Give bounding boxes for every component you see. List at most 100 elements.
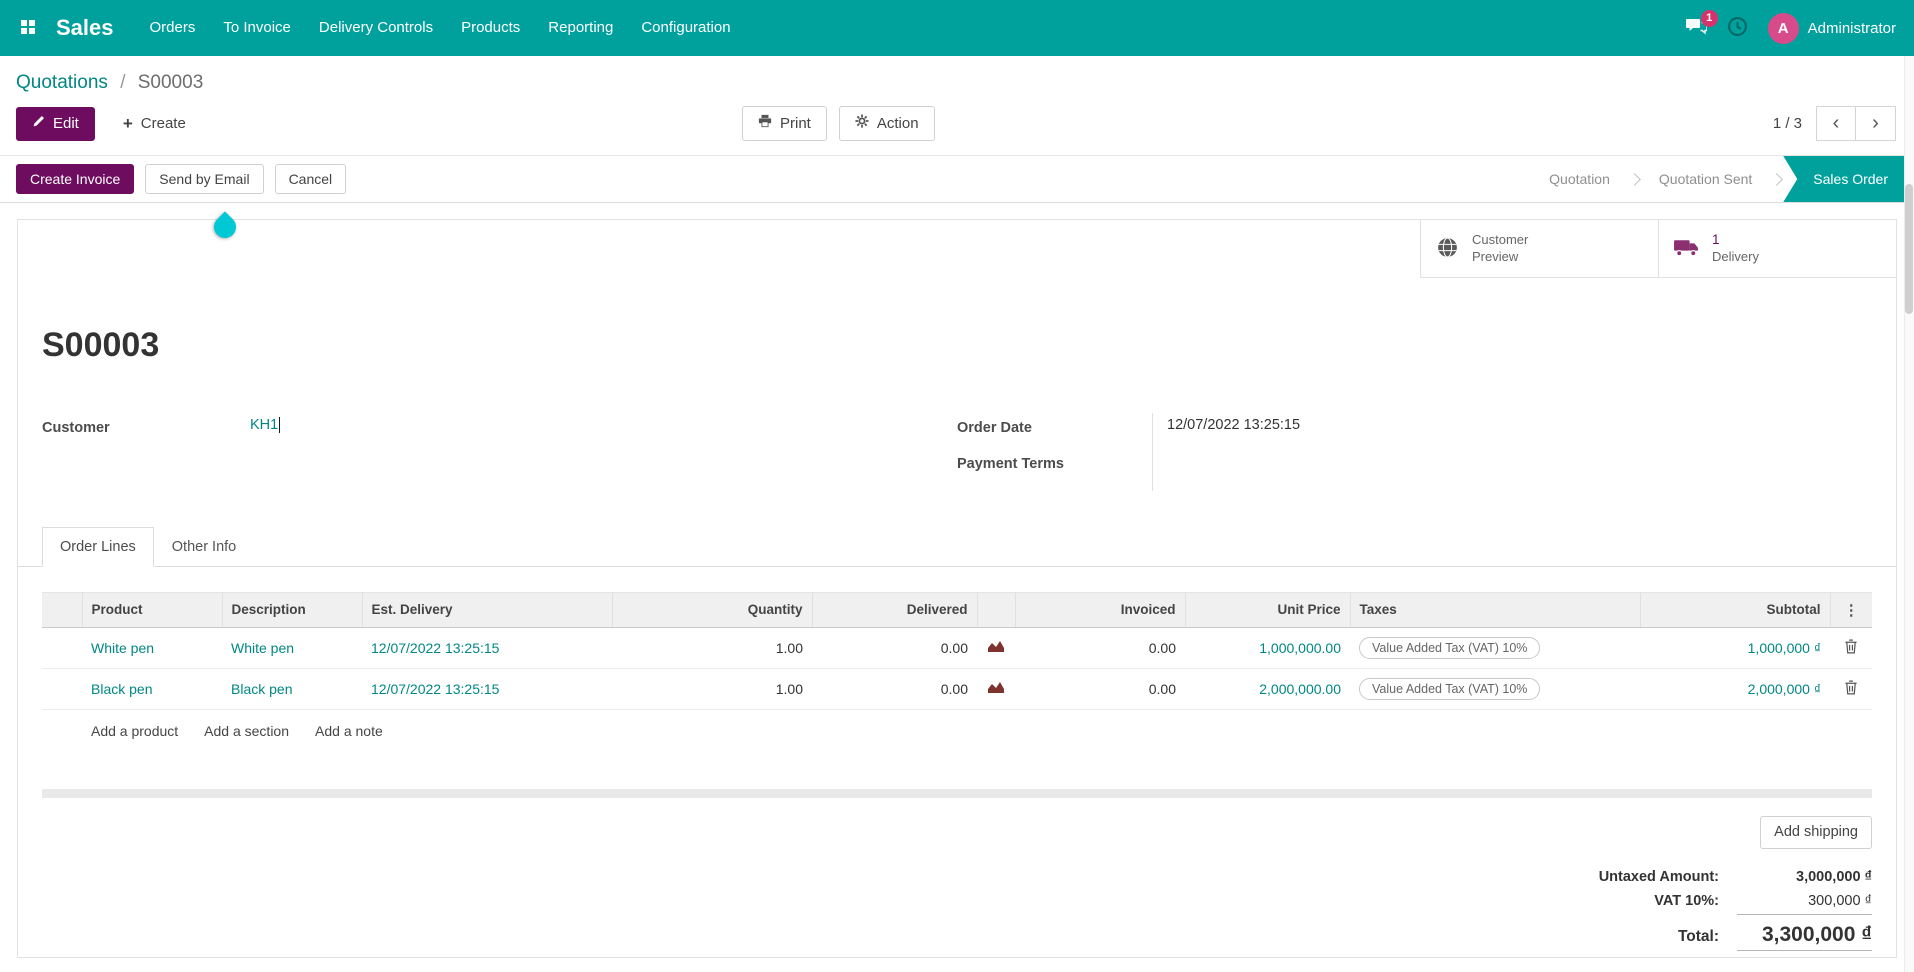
order-line-row[interactable]: Black pen Black pen 12/07/2022 13:25:15 … (42, 668, 1872, 710)
order-date-input[interactable]: 12/07/2022 13:25:15 (1152, 417, 1872, 439)
form-view: Customer Preview 1 Delivery S00003 Custo… (0, 203, 1914, 958)
send-by-email-button[interactable]: Send by Email (145, 163, 264, 195)
cell-unit-price[interactable]: 1,000,000.00 (1185, 627, 1350, 669)
cell-delivered[interactable]: 0.00 (812, 668, 977, 710)
cancel-button[interactable]: Cancel (274, 163, 347, 195)
stage-quotation-sent[interactable]: Quotation Sent (1641, 156, 1770, 202)
cell-unit-price[interactable]: 2,000,000.00 (1185, 668, 1350, 710)
print-button[interactable]: Print (742, 106, 827, 141)
total-value: 3,300,000 ₫ (1737, 923, 1872, 952)
cell-invoiced[interactable]: 0.00 (1015, 668, 1185, 710)
stage-quotation[interactable]: Quotation (1531, 156, 1628, 202)
tab-other-info[interactable]: Other Info (154, 527, 254, 567)
delivery-stat-label: 1 Delivery (1712, 231, 1759, 266)
breadcrumb-quotations[interactable]: Quotations (16, 72, 108, 93)
header-invoiced: Invoiced (1014, 591, 1185, 628)
menu-configuration[interactable]: Configuration (627, 0, 744, 56)
chevron-left-icon: ‹ (1832, 112, 1840, 134)
printer-icon (758, 114, 772, 133)
menu-delivery-controls[interactable]: Delivery Controls (305, 0, 447, 56)
header-quantity: Quantity (611, 591, 812, 628)
truck-icon (1673, 237, 1700, 261)
app-brand[interactable]: Sales (56, 15, 114, 41)
customer-value[interactable]: KH1 (250, 417, 278, 433)
create-invoice-button[interactable]: Create Invoice (16, 163, 135, 195)
stage-chevron-icon (1770, 172, 1784, 186)
cell-delete (1830, 627, 1872, 669)
cell-handle (42, 668, 82, 710)
customer-preview-stat-button[interactable]: Customer Preview (1420, 220, 1658, 278)
user-menu[interactable]: A Administrator (1767, 12, 1896, 44)
cell-quantity[interactable]: 1.00 (612, 668, 812, 710)
action-button[interactable]: Action (838, 106, 935, 141)
customer-label: Customer (42, 419, 110, 436)
vat-row: VAT 10%: 300,000 ₫ (1532, 889, 1872, 919)
activities-button[interactable] (1727, 16, 1748, 40)
total-row: Total: 3,300,000 ₫ (1532, 919, 1872, 955)
pager-value[interactable]: 1 / 3 (1773, 115, 1802, 132)
payment-terms-input[interactable] (1152, 453, 1872, 475)
menu-products[interactable]: Products (447, 0, 534, 56)
delivery-label: Delivery (1712, 249, 1759, 264)
stage-sales-order[interactable]: Sales Order (1783, 156, 1914, 202)
center-buttons: Print Action (742, 106, 935, 141)
delivery-count: 1 (1712, 232, 1720, 248)
clock-icon (1727, 16, 1748, 40)
tab-order-lines[interactable]: Order Lines (42, 526, 154, 567)
cell-product[interactable]: Black pen (82, 668, 222, 710)
cell-quantity[interactable]: 1.00 (612, 627, 812, 669)
cell-invoiced[interactable]: 0.00 (1015, 627, 1185, 669)
order-lines-section: Product Description Est. Delivery Quanti… (18, 567, 1896, 753)
edit-button-label: Edit (53, 114, 79, 132)
forecast-chart-icon[interactable] (987, 681, 1005, 697)
cell-product[interactable]: White pen (82, 627, 222, 669)
add-a-note-link[interactable]: Add a note (315, 723, 383, 739)
delivery-stat-button[interactable]: 1 Delivery (1658, 220, 1896, 278)
plus-icon: + (122, 114, 133, 133)
navbar-right: 1 A Administrator (1685, 9, 1896, 44)
create-button-label: Create (140, 114, 186, 132)
cell-forecast (977, 668, 1015, 710)
breadcrumb-current: S00003 (137, 72, 204, 93)
forecast-chart-icon[interactable] (987, 640, 1005, 656)
header-forecast (976, 591, 1015, 628)
cell-description[interactable]: Black pen (222, 668, 362, 710)
scrollbar-thumb[interactable] (1905, 184, 1913, 314)
header-description: Description (221, 591, 362, 628)
menu-reporting[interactable]: Reporting (534, 0, 627, 56)
delete-line-button[interactable] (1844, 680, 1858, 698)
field-group: Customer KH1 Order Date 12/07/2022 13:25… (18, 412, 1896, 491)
cell-est-delivery[interactable]: 12/07/2022 13:25:15 (362, 668, 612, 710)
pager-previous-button[interactable]: ‹ (1816, 106, 1856, 141)
delete-line-button[interactable] (1844, 639, 1858, 657)
user-avatar: A (1767, 12, 1799, 44)
order-line-row[interactable]: White pen White pen 12/07/2022 13:25:15 … (42, 627, 1872, 669)
create-button[interactable]: + Create (107, 107, 202, 141)
pager-next-button[interactable]: › (1856, 106, 1896, 141)
customer-input[interactable]: KH1 (237, 416, 957, 439)
customer-field-row: Customer KH1 (42, 413, 957, 443)
add-a-section-link[interactable]: Add a section (204, 723, 289, 739)
add-shipping-button[interactable]: Add shipping (1760, 815, 1872, 850)
tax-tag[interactable]: Value Added Tax (VAT) 10% (1359, 677, 1541, 700)
cell-taxes[interactable]: Value Added Tax (VAT) 10% (1350, 627, 1640, 669)
edit-button[interactable]: Edit (16, 106, 95, 141)
cell-description[interactable]: White pen (222, 627, 362, 669)
field-column-left: Customer KH1 (42, 413, 957, 485)
cell-est-delivery[interactable]: 12/07/2022 13:25:15 (362, 627, 612, 669)
apps-menu-button[interactable] (6, 0, 50, 56)
vertical-scrollbar (1904, 56, 1914, 972)
add-a-product-link[interactable]: Add a product (91, 723, 178, 739)
tax-tag[interactable]: Value Added Tax (VAT) 10% (1359, 636, 1541, 659)
cell-delivered[interactable]: 0.00 (812, 627, 977, 669)
navbar-left: Sales Orders To Invoice Delivery Control… (6, 0, 745, 56)
cell-subtotal: 1,000,000 ₫ (1640, 627, 1830, 669)
column-options-icon[interactable]: ⋮ (1840, 601, 1864, 619)
totals-section: Add shipping Untaxed Amount: 3,000,000 ₫… (18, 798, 1896, 957)
messages-button[interactable]: 1 (1685, 9, 1718, 39)
untaxed-amount-label: Untaxed Amount: (1598, 869, 1719, 886)
menu-orders[interactable]: Orders (136, 0, 210, 56)
cell-taxes[interactable]: Value Added Tax (VAT) 10% (1350, 668, 1640, 710)
menu-to-invoice[interactable]: To Invoice (209, 0, 305, 56)
trash-icon (1844, 680, 1858, 698)
